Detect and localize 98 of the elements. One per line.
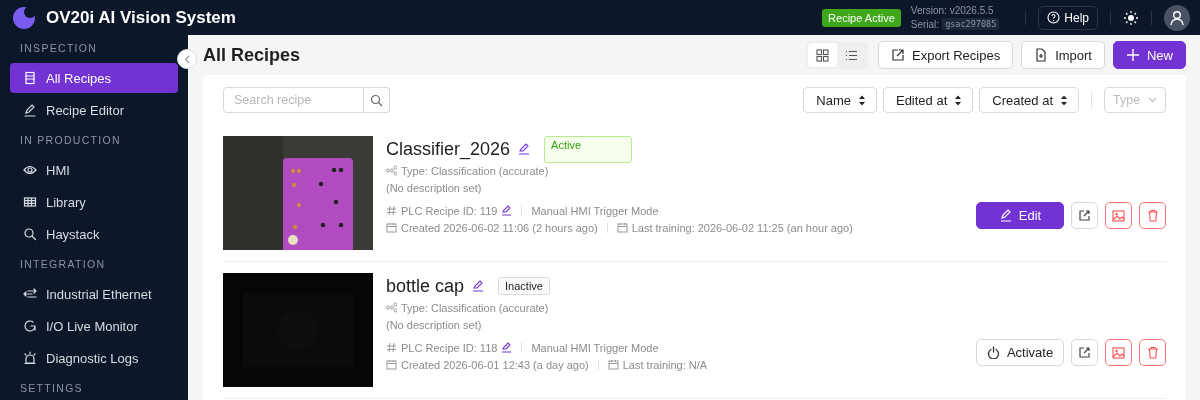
search-icon <box>23 227 37 241</box>
list-icon <box>845 48 858 62</box>
recipe-description: (No description set) <box>386 180 483 196</box>
help-icon <box>1047 11 1061 24</box>
pen-icon <box>23 103 37 117</box>
export-icon <box>1078 346 1091 359</box>
sidebar-item[interactable]: All Recipes <box>10 63 178 93</box>
plc-recipe-id: PLC Recipe ID: 119 <box>401 204 498 217</box>
sort-icon <box>1060 93 1068 107</box>
file-plus-icon <box>1034 48 1049 62</box>
nodes-icon <box>386 165 397 176</box>
collapse-button[interactable] <box>177 49 197 69</box>
section-heading: INSPECTION <box>19 41 99 56</box>
alarm-icon <box>23 351 37 365</box>
page-title: All Recipes <box>203 44 302 66</box>
table-icon <box>23 195 37 209</box>
grid-icon <box>816 48 829 62</box>
trigger-mode: Manual HMI Trigger Mode <box>531 204 659 217</box>
help-button[interactable]: Help <box>1038 5 1098 30</box>
user-avatar[interactable] <box>1164 4 1190 31</box>
user-icon <box>1169 9 1185 26</box>
list-icon <box>23 71 37 85</box>
sort-button[interactable]: Created at <box>979 87 1079 113</box>
eye-icon <box>23 163 37 177</box>
sidebar-item[interactable]: HMI <box>10 155 178 185</box>
type-placeholder: Type <box>1113 93 1141 107</box>
sort-icon <box>857 93 866 107</box>
app-title: OV20i AI Vision System <box>46 7 237 28</box>
created-date: Created 2026-06-01 12:43 (a day ago) <box>401 358 589 371</box>
plc-recipe-id: PLC Recipe ID: 118 <box>401 341 498 354</box>
export-button[interactable] <box>1071 339 1098 366</box>
section-heading: SETTINGS <box>19 381 84 396</box>
image-icon <box>1112 346 1125 359</box>
search-icon <box>370 93 383 107</box>
calendar-icon <box>616 222 628 233</box>
search-button[interactable] <box>364 87 390 113</box>
recipe-type: Type: Classification (accurate) <box>401 301 549 314</box>
edit-button[interactable]: Edit <box>976 202 1064 229</box>
sidebar-item[interactable]: Recipe Editor <box>10 95 178 125</box>
status-tag: Active <box>544 135 633 163</box>
logo-icon <box>12 5 36 30</box>
trash-icon <box>1146 346 1159 359</box>
status-tag: Inactive <box>498 277 550 295</box>
nodes-icon <box>386 302 397 313</box>
export-button[interactable] <box>1071 202 1098 229</box>
hash-icon <box>386 342 397 353</box>
search-field[interactable]: Search recipe <box>223 87 364 113</box>
recipe-description: (No description set) <box>386 317 483 333</box>
last-training: Last training: N/A <box>622 358 708 371</box>
new-button[interactable]: New <box>1113 41 1186 69</box>
sidebar-item[interactable]: Diagnostic Logs <box>10 343 178 373</box>
sidebar-item[interactable]: Industrial Ethernet <box>10 279 178 309</box>
last-training: Last training: 2026-06-02 11:25 (an hour ago) <box>631 221 853 234</box>
delete-button[interactable] <box>1139 202 1166 229</box>
section-heading: IN PRODUCTION <box>19 133 122 148</box>
hash-icon <box>386 205 397 216</box>
image-button[interactable] <box>1105 339 1132 366</box>
edit-pen-icon[interactable] <box>472 280 485 292</box>
power-icon <box>986 346 1000 359</box>
export-icon <box>891 48 905 62</box>
calendar-icon <box>386 222 397 233</box>
calendar-icon <box>386 359 397 370</box>
recipe-name: bottle cap <box>386 275 465 297</box>
chevron-left-icon <box>184 54 190 64</box>
image-button[interactable] <box>1105 202 1132 229</box>
delete-button[interactable] <box>1139 339 1166 366</box>
refresh-icon <box>23 319 37 333</box>
serial-number: gsac297085 <box>942 18 1000 30</box>
calendar-icon <box>607 359 619 370</box>
image-icon <box>1112 209 1125 222</box>
import-button[interactable]: Import <box>1021 41 1105 69</box>
version-text: Version: v2026.5.5 <box>910 5 995 16</box>
export-button[interactable]: Export Recipes <box>878 41 1014 69</box>
sidebar-item[interactable]: I/O Live Monitor <box>10 311 178 341</box>
sidebar-item[interactable]: Library <box>10 187 178 217</box>
edit-pen-icon[interactable] <box>501 342 513 353</box>
theme-toggle-icon[interactable] <box>1123 9 1139 26</box>
created-date: Created 2026-06-02 11:06 (2 hours ago) <box>401 221 598 234</box>
trigger-mode: Manual HMI Trigger Mode <box>531 341 659 354</box>
activate-button[interactable]: Activate <box>976 339 1064 366</box>
section-heading: INTEGRATION <box>19 257 107 272</box>
view-toggle[interactable] <box>808 43 837 67</box>
sort-icon <box>954 93 963 107</box>
export-icon <box>1078 209 1091 222</box>
sort-button[interactable]: Name <box>803 87 877 113</box>
arrows-icon <box>23 287 37 301</box>
edit-pen-icon[interactable] <box>501 205 513 216</box>
pen-icon <box>998 209 1012 222</box>
sort-button[interactable]: Edited at <box>882 87 974 113</box>
chevron-down-icon <box>1148 97 1157 103</box>
status-badge: Recipe Active <box>822 8 901 27</box>
trash-icon <box>1146 209 1159 222</box>
recipe-type: Type: Classification (accurate) <box>401 164 549 177</box>
serial-label: Serial: <box>910 18 940 30</box>
recipe-name: Classifier_2026 <box>386 138 511 160</box>
edit-pen-icon[interactable] <box>518 143 531 155</box>
plus-icon <box>1126 48 1140 62</box>
sidebar-item[interactable]: Haystack <box>10 219 178 249</box>
